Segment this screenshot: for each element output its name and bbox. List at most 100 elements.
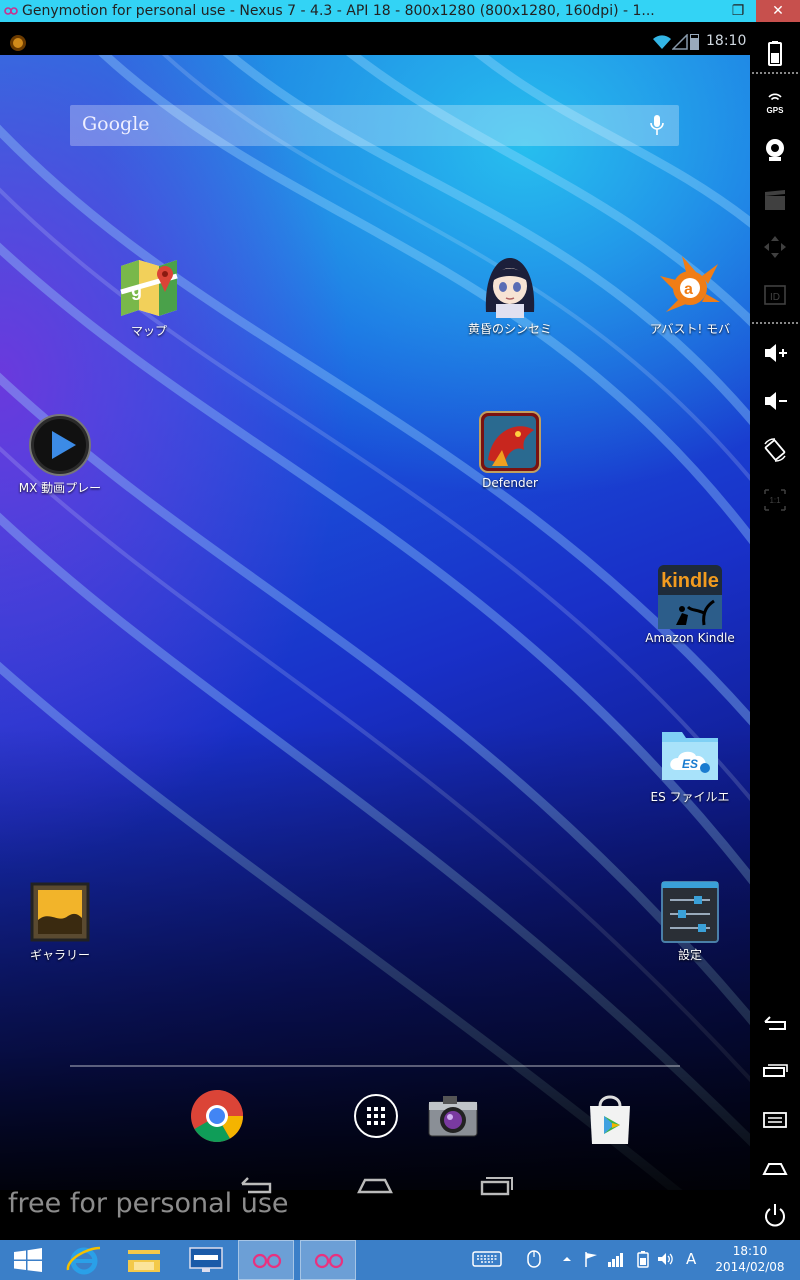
taskbar-file-explorer[interactable] [116, 1240, 172, 1280]
keyboard-tray-icon[interactable] [472, 1250, 502, 1268]
battery-widget-button[interactable] [758, 36, 792, 70]
avast-icon: a [658, 254, 722, 318]
window-title: Genymotion for personal use - Nexus 7 - … [22, 3, 655, 19]
volume-up-button[interactable] [758, 336, 792, 370]
play-store-icon[interactable] [582, 1092, 638, 1148]
taskbar-genymotion-1[interactable] [238, 1240, 294, 1280]
id-icon: ID [764, 285, 786, 305]
menu-icon [763, 1112, 787, 1128]
device-back-button[interactable] [758, 1006, 792, 1040]
anime-girl-icon [478, 254, 542, 318]
flag-icon[interactable] [582, 1250, 600, 1268]
id-label: ID [770, 292, 780, 303]
app-kindle[interactable]: kindle Amazon Kindle [635, 565, 745, 645]
genymotion-icon [252, 1253, 282, 1269]
google-search-bar[interactable]: Google [70, 105, 679, 146]
status-time: 18:10 [706, 33, 747, 49]
rotate-icon [764, 438, 786, 462]
wifi-icon [653, 35, 671, 49]
ime-indicator[interactable]: A [686, 1250, 700, 1268]
pixel-perfect-button[interactable]: 1:1 [758, 483, 792, 517]
microphone-icon[interactable] [650, 114, 664, 136]
taskbar-ie[interactable] [56, 1240, 112, 1280]
webcam-widget-button[interactable] [758, 133, 792, 167]
app-maps[interactable]: g マップ [94, 256, 204, 339]
battery-widget-icon [768, 41, 782, 66]
gps-widget-button[interactable]: GPS [758, 86, 792, 120]
screencast-widget-button[interactable] [758, 183, 792, 217]
watermark-text: free for personal use [8, 1188, 289, 1219]
signal-icon [672, 34, 688, 50]
network-signal-icon[interactable] [606, 1250, 626, 1268]
app-label: ES ファイルエ [650, 790, 730, 804]
google-logo-text: Google [82, 113, 150, 135]
restore-window-button[interactable]: ❐ [724, 0, 752, 22]
svg-text:g: g [131, 280, 142, 300]
mouse-tray-icon[interactable] [524, 1250, 544, 1268]
app-defender[interactable]: Defender [455, 410, 565, 490]
app-label: 設定 [677, 948, 702, 962]
scale-icon: 1:1 [764, 489, 786, 511]
maps-icon: g [117, 256, 181, 320]
home-nav-icon[interactable] [355, 1168, 395, 1198]
home-icon [762, 1163, 788, 1175]
device-home-button[interactable] [758, 1151, 792, 1185]
dragon-icon [478, 410, 542, 474]
genymotion-icon [314, 1253, 344, 1269]
app-mx-player[interactable]: MX 動画プレー [5, 413, 115, 496]
dpad-icon [764, 236, 786, 258]
app-label: Defender [482, 476, 538, 490]
taskbar-lenovo[interactable] [178, 1240, 234, 1280]
device-menu-button[interactable] [758, 1102, 792, 1136]
app-drawer-icon[interactable] [348, 1088, 404, 1144]
genymotion-logo-icon [4, 7, 18, 15]
status-bar: 18:10 [0, 30, 750, 55]
app-settings[interactable]: 設定 [635, 880, 745, 963]
clapperboard-icon [765, 190, 785, 210]
toolbar-separator [752, 72, 798, 74]
notification-icon[interactable] [10, 35, 26, 51]
identifiers-widget-button[interactable]: ID [758, 278, 792, 312]
app-label: Amazon Kindle [645, 631, 735, 645]
chevron-up-icon[interactable] [560, 1250, 574, 1268]
webcam-icon [766, 139, 784, 161]
windows-logo-icon [14, 1248, 42, 1272]
rotate-button[interactable] [758, 433, 792, 467]
dock-divider [70, 1065, 680, 1067]
es-file-explorer-icon: ES [658, 722, 722, 786]
app-label: 黄昏のシンセミ [467, 322, 552, 336]
svg-text:a: a [684, 281, 693, 298]
speaker-tray-icon[interactable] [656, 1250, 674, 1268]
app-tasogare[interactable]: 黄昏のシンセミ [455, 254, 565, 337]
taskbar-clock[interactable]: 18:10 2014/02/08 [712, 1243, 788, 1275]
ratio-label: 1:1 [769, 496, 781, 505]
clock-time: 18:10 [732, 1244, 768, 1258]
volume-down-button[interactable] [758, 384, 792, 418]
device-recents-button[interactable] [758, 1053, 792, 1087]
gps-icon: GPS [767, 93, 784, 115]
chrome-icon[interactable] [189, 1088, 245, 1144]
window-titlebar: Genymotion for personal use - Nexus 7 - … [0, 0, 800, 22]
recents-nav-icon[interactable] [476, 1168, 516, 1198]
android-home-screen: 18:10 Google g マップ 黄昏のシンセミ a アバスト! モバ MX… [0, 30, 750, 1190]
app-es-file-explorer[interactable]: ES ES ファイルエ [635, 722, 745, 805]
battery-tray-icon[interactable] [636, 1250, 650, 1268]
lenovo-monitor-icon [189, 1247, 223, 1272]
remote-control-widget-button[interactable] [758, 230, 792, 264]
volume-up-icon [765, 344, 787, 362]
start-button[interactable] [0, 1240, 56, 1280]
app-gallery[interactable]: ギャラリー [5, 880, 115, 963]
folder-icon [128, 1250, 160, 1272]
close-window-button[interactable]: ✕ [756, 0, 800, 22]
gallery-icon [28, 880, 92, 944]
power-icon [765, 1204, 785, 1227]
app-label: マップ [130, 324, 167, 338]
device-power-button[interactable] [758, 1198, 792, 1232]
camera-icon[interactable] [425, 1088, 481, 1144]
app-label: MX 動画プレー [18, 481, 102, 495]
mx-player-icon [28, 413, 92, 477]
kindle-wordmark: kindle [661, 570, 719, 592]
back-icon [764, 1016, 786, 1030]
taskbar-genymotion-2[interactable] [300, 1240, 356, 1280]
app-avast[interactable]: a アバスト! モバ [635, 254, 745, 337]
